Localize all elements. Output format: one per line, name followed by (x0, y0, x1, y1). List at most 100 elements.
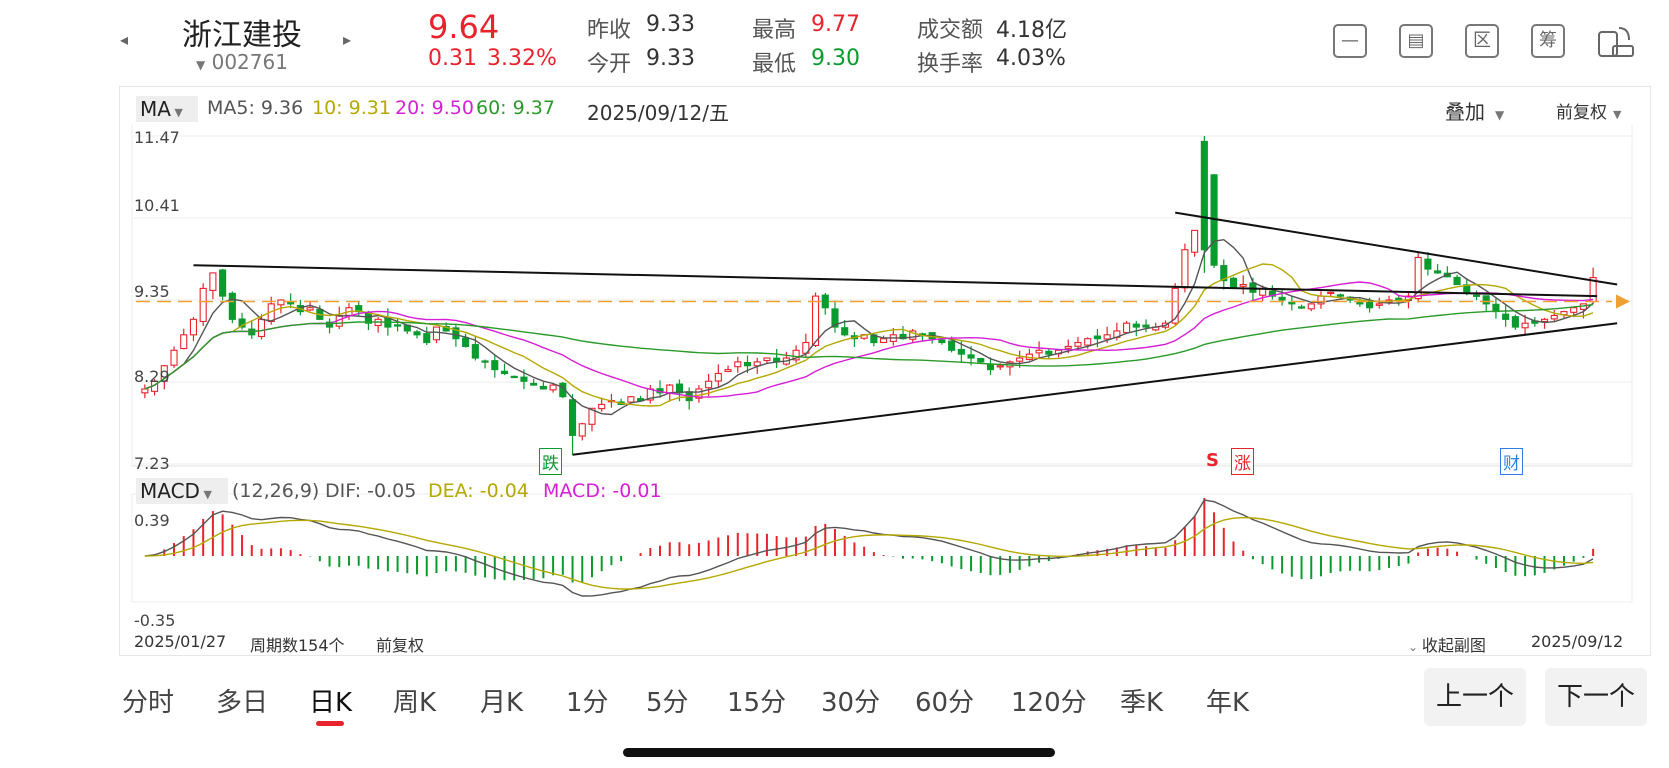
dif-value: DIF: -0.05 (325, 480, 417, 502)
candle-body (1142, 324, 1150, 328)
tab-daily-k[interactable]: 日K (309, 682, 352, 719)
candle-body (209, 272, 217, 291)
dif-line (144, 499, 1594, 597)
ma20-line (144, 281, 1594, 398)
candle-body (1191, 229, 1199, 253)
candle-body (500, 370, 509, 375)
candle-body (141, 388, 149, 394)
candle-body (549, 384, 557, 391)
candle-body (714, 372, 722, 382)
ma5-line (144, 238, 1594, 416)
candle-body (539, 385, 547, 390)
candle-body (1472, 294, 1481, 297)
end-date: 2025/09/12 (1531, 632, 1624, 651)
candle-body (568, 399, 577, 436)
candle-body (1200, 140, 1208, 251)
candle-body (199, 287, 207, 323)
candle-body (306, 307, 314, 311)
candle-body (1084, 338, 1092, 346)
candle-body (1366, 301, 1374, 309)
tab-quarterly-k[interactable]: 季K (1120, 682, 1163, 719)
candle-body (180, 334, 188, 350)
chevron-down-icon: ⌄ (1408, 640, 1422, 654)
tab-5min[interactable]: 5分 (646, 682, 689, 719)
candle-body (481, 360, 489, 363)
candle-body (1511, 316, 1519, 328)
dea-value: DEA: -0.04 (428, 480, 529, 502)
upper-trendline (1175, 211, 1618, 286)
candle-body (1521, 322, 1529, 329)
next-item-button[interactable]: 下一个 (1545, 668, 1647, 726)
candle-body (977, 358, 985, 363)
candle-body (1502, 313, 1510, 320)
candle-body (530, 382, 538, 386)
candle-body (1570, 307, 1578, 313)
candle-body (1074, 341, 1082, 347)
candle-body (763, 357, 771, 362)
price-marker-icon (1616, 294, 1630, 309)
candle-body (510, 375, 518, 379)
prev-item-button[interactable]: 上一个 (1424, 668, 1526, 726)
candle-body (734, 361, 742, 368)
candle-body (1307, 303, 1315, 310)
candle-body (491, 360, 499, 371)
macd-selector[interactable]: MACD ▼ (136, 478, 228, 504)
candle-body (1123, 322, 1131, 334)
support-trendline (572, 322, 1618, 456)
candle-body (462, 337, 470, 347)
tab-weekly-k[interactable]: 周K (393, 682, 436, 719)
candle-body (1434, 270, 1442, 274)
tab-15min[interactable]: 15分 (727, 682, 786, 719)
candle-body (938, 339, 946, 344)
candle-body (1356, 301, 1364, 305)
tab-1min[interactable]: 1分 (566, 682, 609, 719)
candle-body (821, 294, 829, 309)
macd-params: (12,26,9) (232, 480, 320, 502)
candle-body (1035, 349, 1043, 354)
candle-body (1453, 276, 1461, 286)
candle-body (1278, 296, 1286, 301)
period-count: 周期数154个 (250, 636, 345, 655)
tab-60min[interactable]: 60分 (915, 682, 974, 719)
tab-30min[interactable]: 30分 (821, 682, 880, 719)
macd-value: MACD: -0.01 (543, 480, 662, 502)
tab-yearly-k[interactable]: 年K (1206, 682, 1249, 719)
macd-selector-label: MACD (140, 479, 200, 503)
tab-120min[interactable]: 120分 (1011, 682, 1087, 719)
dea-line (144, 516, 1594, 590)
active-tab-indicator (316, 721, 344, 726)
finance-marker[interactable]: 财 (1500, 448, 1523, 475)
candle-body (394, 324, 402, 327)
candle-body (471, 344, 479, 359)
candle-body (705, 380, 713, 389)
tab-intraday[interactable]: 分时 (122, 682, 174, 719)
candle-body (1064, 345, 1072, 349)
resistance-trendline (193, 264, 1598, 298)
candle-body (432, 326, 441, 341)
home-indicator[interactable] (623, 748, 1055, 757)
candle-body (423, 333, 431, 344)
collapse-subchart-button[interactable]: ⌄ 收起副图 (1408, 632, 1486, 656)
candle-body (189, 318, 198, 336)
candle-body (811, 295, 820, 346)
collapse-label: 收起副图 (1421, 636, 1486, 655)
fall-marker[interactable]: 跌 (539, 448, 562, 475)
price-axis-label: 7.23 (134, 454, 170, 473)
candle-body (1103, 334, 1111, 340)
tab-monthly-k[interactable]: 月K (480, 682, 523, 719)
s-marker[interactable]: S (1206, 450, 1219, 471)
candle-body (1181, 249, 1189, 289)
candle-body (520, 376, 528, 382)
candle-body (743, 362, 752, 367)
candle-body (627, 396, 635, 403)
candle-body (1550, 314, 1558, 320)
footer-adjust: 前复权 (376, 636, 425, 655)
candle-body (1297, 306, 1306, 309)
rise-marker[interactable]: 涨 (1231, 448, 1254, 475)
candle-body (1540, 318, 1549, 322)
tab-multi-day[interactable]: 多日 (216, 682, 268, 719)
candle-body (413, 331, 421, 336)
candle-body (986, 363, 995, 371)
candle-body (841, 327, 849, 336)
candle-body (228, 292, 236, 320)
